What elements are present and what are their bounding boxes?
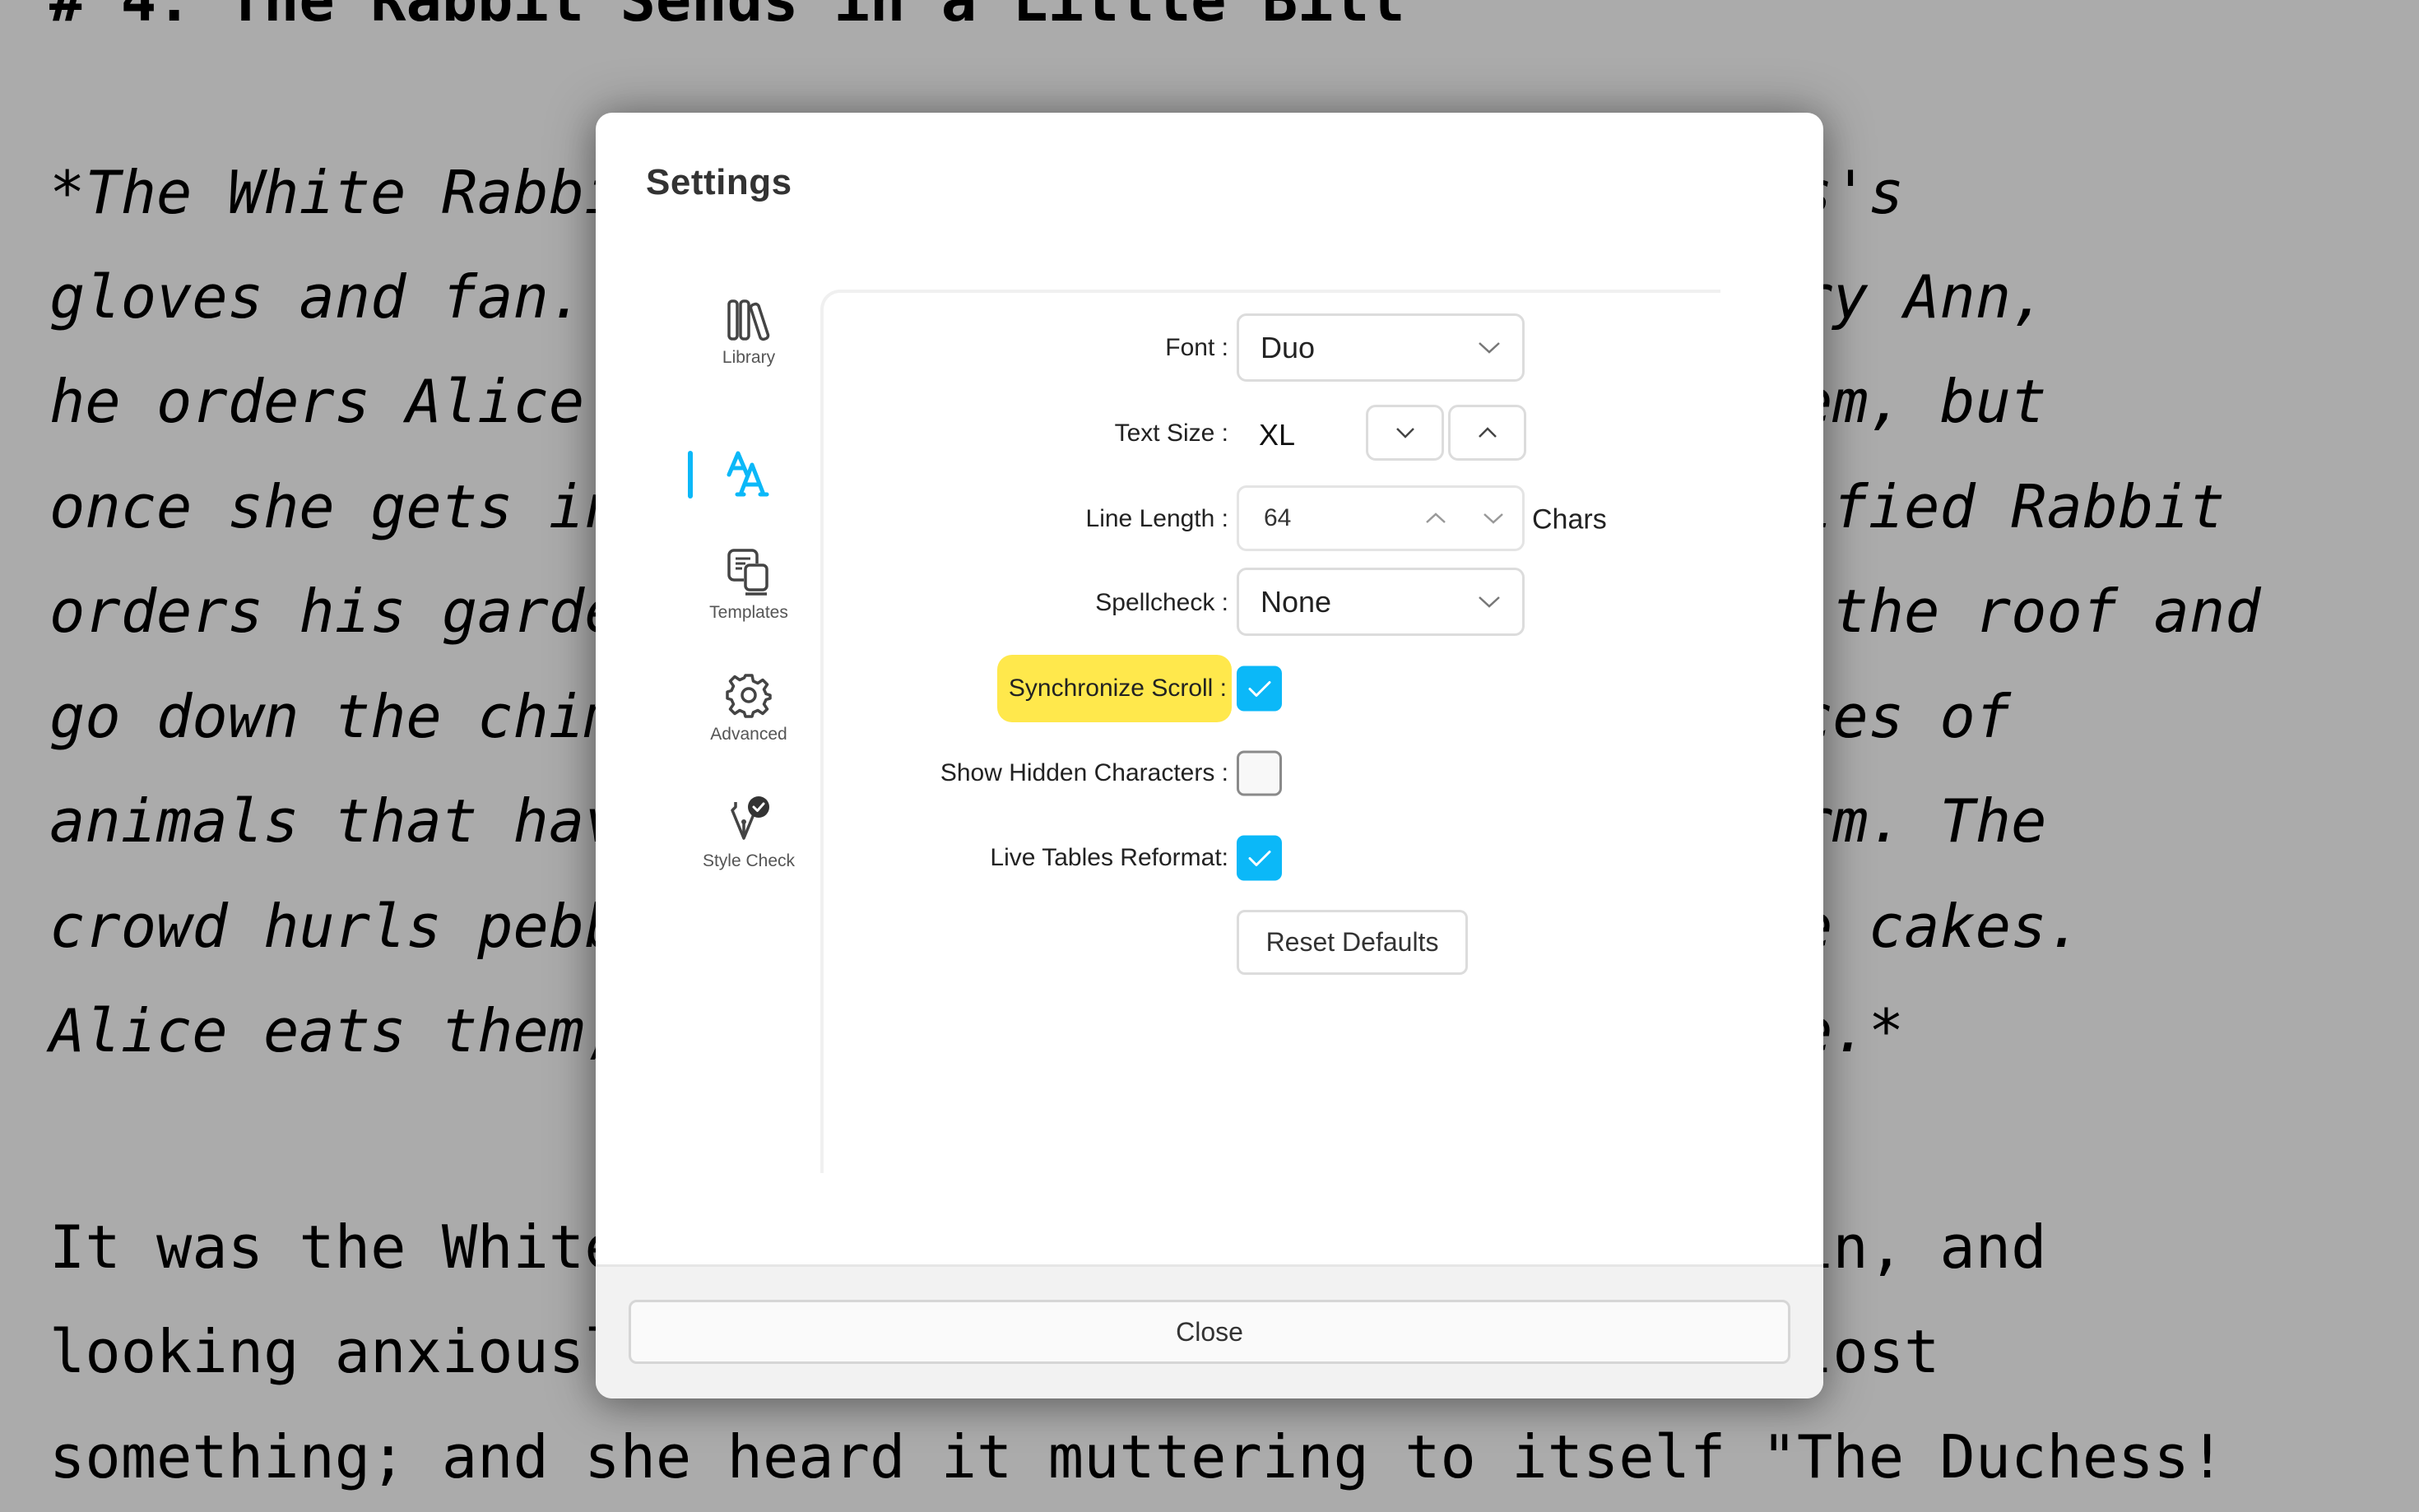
- dialog-title: Settings: [646, 162, 792, 202]
- chevron-up-icon: [1426, 513, 1446, 523]
- chevron-down-icon: [1395, 428, 1414, 438]
- nav-item-library[interactable]: Library: [687, 299, 810, 368]
- settings-dialog: Settings Library Templates Advanced Styl…: [596, 113, 1823, 1398]
- live-tables-checkbox[interactable]: [1237, 835, 1282, 881]
- line-length-value: 64: [1264, 504, 1292, 531]
- line-length-label: Line Length :: [1085, 505, 1228, 532]
- line-length-increment-button[interactable]: [1407, 488, 1465, 549]
- nav-item-templates[interactable]: Templates: [687, 549, 810, 623]
- dialog-footer: Close: [596, 1264, 1823, 1398]
- line-length-decrement-button[interactable]: [1465, 488, 1522, 549]
- font-dropdown[interactable]: Duo: [1237, 313, 1525, 382]
- chevron-down-icon: [1479, 596, 1500, 608]
- font-value: Duo: [1261, 330, 1316, 364]
- spellcheck-value: None: [1261, 584, 1332, 619]
- gear-icon: [726, 672, 772, 718]
- checkmark-icon: [1248, 850, 1270, 866]
- sync-scroll-label: Synchronize Scroll :: [996, 655, 1232, 722]
- line-length-unit: Chars: [1532, 503, 1607, 536]
- editor-line: something; and she heard it muttering to…: [49, 1422, 2226, 1491]
- library-icon: [726, 299, 772, 341]
- templates-icon: [726, 549, 772, 596]
- text-size-decrease-button[interactable]: [1366, 405, 1444, 461]
- nav-label-advanced: Advanced: [710, 725, 787, 744]
- chevron-down-icon: [1483, 513, 1503, 524]
- spellcheck-label: Spellcheck :: [1095, 589, 1228, 616]
- reset-defaults-button[interactable]: Reset Defaults: [1237, 910, 1468, 975]
- font-label: Font :: [1165, 334, 1228, 361]
- style-check-icon: [726, 795, 772, 845]
- text-size-icon: [724, 450, 773, 498]
- text-size-increase-button[interactable]: [1448, 405, 1526, 461]
- nav-item-text-size[interactable]: [687, 450, 810, 498]
- chevron-up-icon: [1478, 427, 1497, 438]
- hidden-chars-checkbox[interactable]: [1237, 750, 1282, 796]
- text-size-value: XL: [1259, 418, 1296, 452]
- nav-label-style-check: Style Check: [702, 851, 796, 870]
- live-tables-label: Live Tables Reformat:: [990, 844, 1228, 871]
- chapter-heading: # 4. The Rabbit Sends in a Little Bill: [49, 0, 1405, 35]
- spellcheck-dropdown[interactable]: None: [1237, 568, 1525, 636]
- close-button[interactable]: Close: [629, 1300, 1790, 1364]
- nav-item-advanced[interactable]: Advanced: [687, 672, 810, 744]
- checkmark-icon: [1248, 680, 1270, 697]
- line-length-input[interactable]: 64: [1237, 485, 1525, 551]
- hidden-chars-label: Show Hidden Characters :: [940, 759, 1228, 786]
- sync-scroll-checkbox[interactable]: [1237, 666, 1282, 712]
- nav-item-style-check[interactable]: Style Check: [687, 795, 810, 871]
- text-size-label: Text Size :: [1114, 420, 1228, 447]
- nav-label-templates: Templates: [709, 603, 788, 622]
- chevron-down-icon: [1479, 341, 1500, 354]
- nav-label-library: Library: [722, 348, 776, 367]
